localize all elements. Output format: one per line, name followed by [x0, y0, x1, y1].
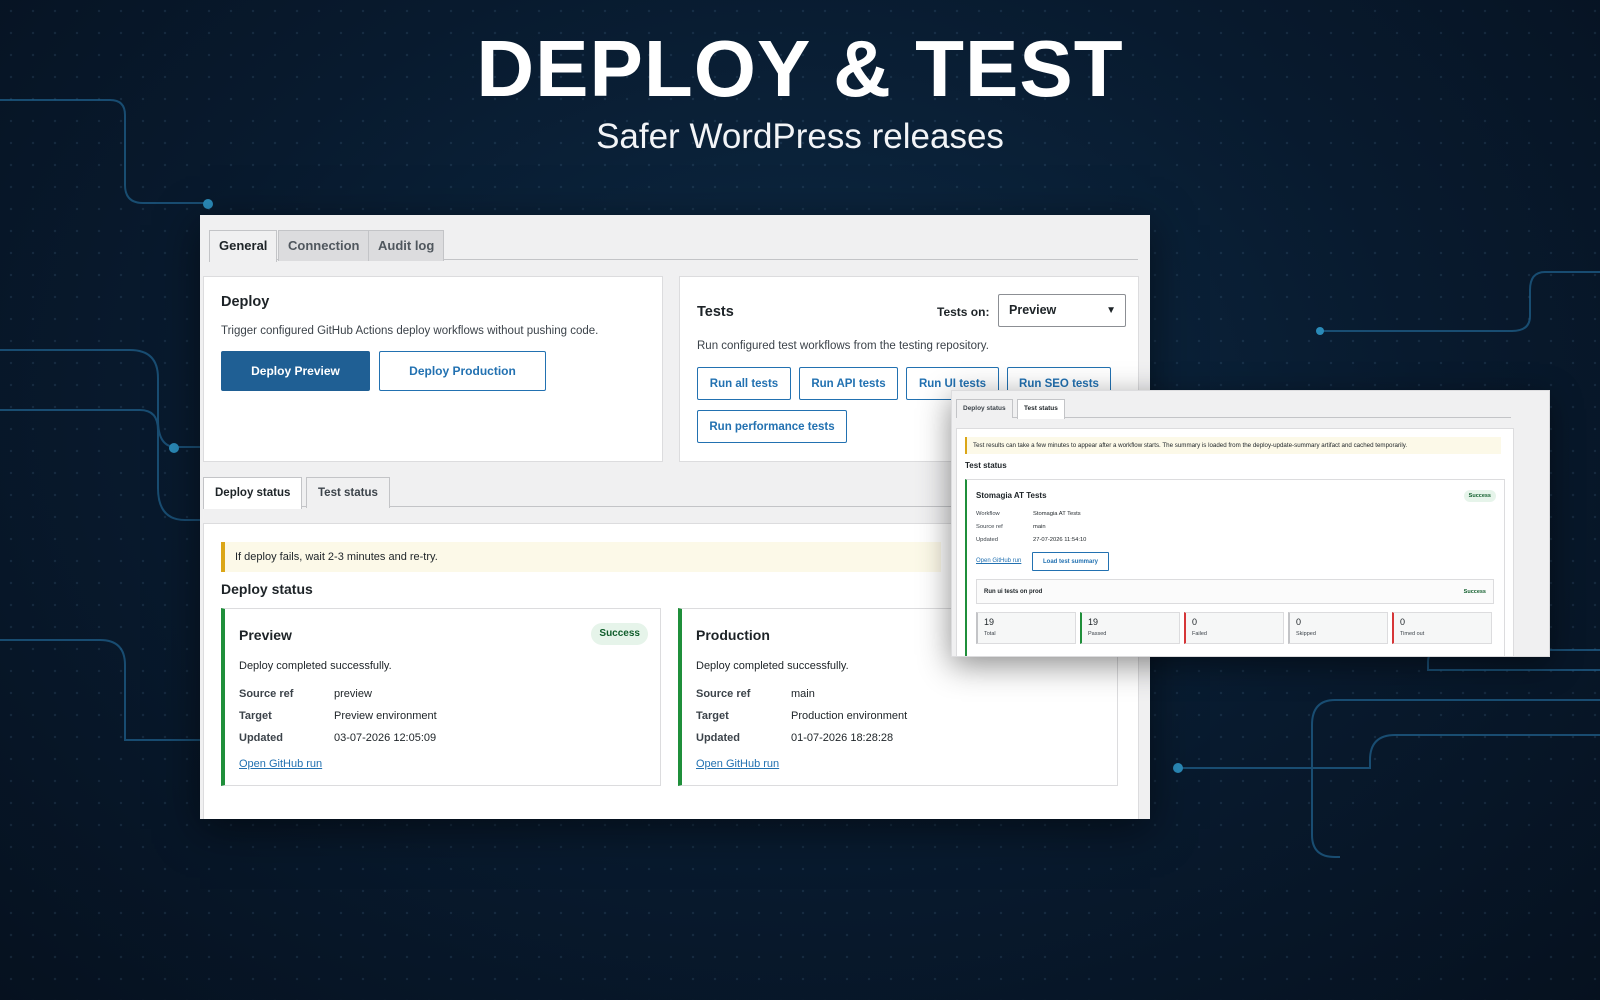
overlay-tab-test-status[interactable]: Test status — [1017, 399, 1065, 419]
stat-passed: 19 Passed — [1080, 612, 1180, 644]
run-api-tests-button[interactable]: Run API tests — [799, 367, 898, 400]
tests-on-value: Preview — [1009, 303, 1057, 317]
test-run-name: Stomagia AT Tests — [976, 491, 1047, 500]
preview-status-card: Preview Success Deploy completed success… — [221, 608, 661, 786]
chevron-down-icon: ▼ — [1106, 305, 1116, 316]
preview-status-message: Deploy completed successfully. — [239, 660, 392, 672]
stat-total: 19 Total — [976, 612, 1076, 644]
deploy-card-description: Trigger configured GitHub Actions deploy… — [221, 325, 599, 337]
hero-title: DEPLOY & TEST — [476, 24, 1124, 113]
test-github-run-link[interactable]: Open GitHub run — [976, 558, 1021, 564]
subrun-label: Run ui tests on prod — [984, 589, 1043, 595]
production-github-run-link[interactable]: Open GitHub run — [696, 758, 779, 770]
tab-test-status[interactable]: Test status — [306, 477, 390, 508]
hero-subtitle: Safer WordPress releases — [596, 117, 1004, 156]
main-tabs: General Connection Audit log — [209, 230, 1138, 262]
test-source-ref-row: Source ref main — [976, 524, 1046, 530]
preview-github-run-link[interactable]: Open GitHub run — [239, 758, 322, 770]
status-badge: Success — [591, 623, 648, 645]
deploy-production-button[interactable]: Deploy Production — [379, 351, 546, 391]
deploy-card-title: Deploy — [221, 294, 270, 310]
deploy-preview-button[interactable]: Deploy Preview — [221, 351, 370, 391]
test-status-panel: Deploy status Test status Test results c… — [951, 390, 1550, 657]
overlay-tab-deploy-status[interactable]: Deploy status — [956, 399, 1013, 418]
preview-status-name: Preview — [239, 627, 292, 643]
deploy-card: Deploy Trigger configured GitHub Actions… — [203, 276, 663, 462]
production-status-message: Deploy completed successfully. — [696, 660, 849, 672]
production-updated-row: Updated 01-07-2026 18:28:28 — [696, 732, 894, 744]
tab-audit-log[interactable]: Audit log — [368, 230, 445, 261]
preview-source-ref: preview — [334, 688, 372, 700]
production-target: Production environment — [791, 710, 908, 722]
run-all-tests-button[interactable]: Run all tests — [697, 367, 791, 400]
stat-timed-out: 0 Timed out — [1392, 612, 1492, 644]
tests-card-description: Run configured test workflows from the t… — [697, 340, 989, 352]
subrun-row: Run ui tests on prod Success — [976, 579, 1494, 604]
status-badge: Success — [1463, 490, 1496, 502]
tests-on-select[interactable]: Preview ▼ — [998, 294, 1126, 327]
production-source-ref-row: Source ref main — [696, 688, 815, 700]
tab-general[interactable]: General — [209, 230, 278, 262]
deploy-notice: If deploy fails, wait 2-3 minutes and re… — [221, 542, 941, 572]
preview-source-ref-row: Source ref preview — [239, 688, 372, 700]
tab-deploy-status[interactable]: Deploy status — [203, 477, 303, 509]
stat-failed: 0 Failed — [1184, 612, 1284, 644]
subrun-badge: Success — [1463, 589, 1486, 595]
test-workflow-row: Workflow Stomagia AT Tests — [976, 511, 1081, 517]
production-updated: 01-07-2026 18:28:28 — [791, 732, 894, 744]
production-target-row: Target Production environment — [696, 710, 908, 722]
test-run-card: Stomagia AT Tests Success Workflow Stomag… — [965, 479, 1505, 656]
test-notice: Test results can take a few minutes to a… — [965, 437, 1501, 454]
load-test-summary-button[interactable]: Load test summary — [1032, 552, 1109, 571]
test-status-section: Test results can take a few minutes to a… — [956, 428, 1514, 656]
stat-skipped: 0 Skipped — [1288, 612, 1388, 644]
run-performance-tests-button[interactable]: Run performance tests — [697, 410, 847, 443]
preview-target: Preview environment — [334, 710, 437, 722]
deploy-status-title: Deploy status — [221, 581, 313, 597]
overlay-tabs: Deploy status Test status — [956, 399, 1511, 419]
preview-updated: 03-07-2026 12:05:09 — [334, 732, 437, 744]
tests-on-label: Tests on: — [937, 305, 990, 319]
preview-updated-row: Updated 03-07-2026 12:05:09 — [239, 732, 437, 744]
tab-connection[interactable]: Connection — [278, 230, 370, 261]
production-source-ref: main — [791, 688, 815, 700]
tests-card-title: Tests — [697, 304, 734, 320]
production-status-name: Production — [696, 627, 770, 643]
test-status-title: Test status — [965, 461, 1007, 470]
test-updated-row: Updated 27-07-2026 11:54:10 — [976, 537, 1087, 543]
preview-target-row: Target Preview environment — [239, 710, 437, 722]
